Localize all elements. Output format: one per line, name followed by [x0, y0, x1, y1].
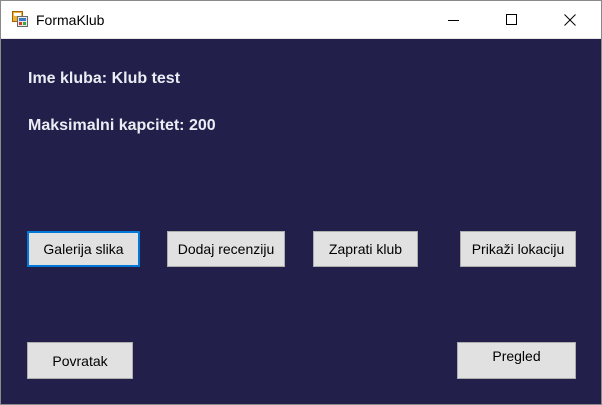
back-button[interactable]: Povratak	[27, 342, 133, 379]
maximize-icon	[506, 13, 518, 26]
club-name-label: Ime kluba: Klub test	[28, 70, 181, 87]
overview-button[interactable]: Pregled	[457, 342, 576, 379]
close-icon	[564, 13, 576, 26]
close-button[interactable]	[547, 1, 593, 38]
app-icon	[12, 11, 28, 27]
club-capacity-label: Maksimalni kapcitet: 200	[28, 117, 216, 134]
minimize-button[interactable]	[431, 1, 477, 38]
maximize-button[interactable]	[489, 1, 535, 38]
add-review-button[interactable]: Dodaj recenziju	[167, 231, 285, 267]
gallery-button[interactable]: Galerija slika	[27, 231, 140, 267]
show-location-button[interactable]: Prikaži lokaciju	[460, 231, 576, 267]
title-bar[interactable]: FormaKlub	[1, 1, 601, 39]
client-area: Ime kluba: Klub test Maksimalni kapcitet…	[1, 39, 601, 404]
forma-klub-window: FormaKlub Ime kluba: Klub test Maksimaln…	[0, 0, 602, 405]
minimize-icon	[448, 14, 460, 26]
follow-club-button[interactable]: Zaprati klub	[313, 231, 418, 267]
window-title: FormaKlub	[36, 12, 105, 28]
